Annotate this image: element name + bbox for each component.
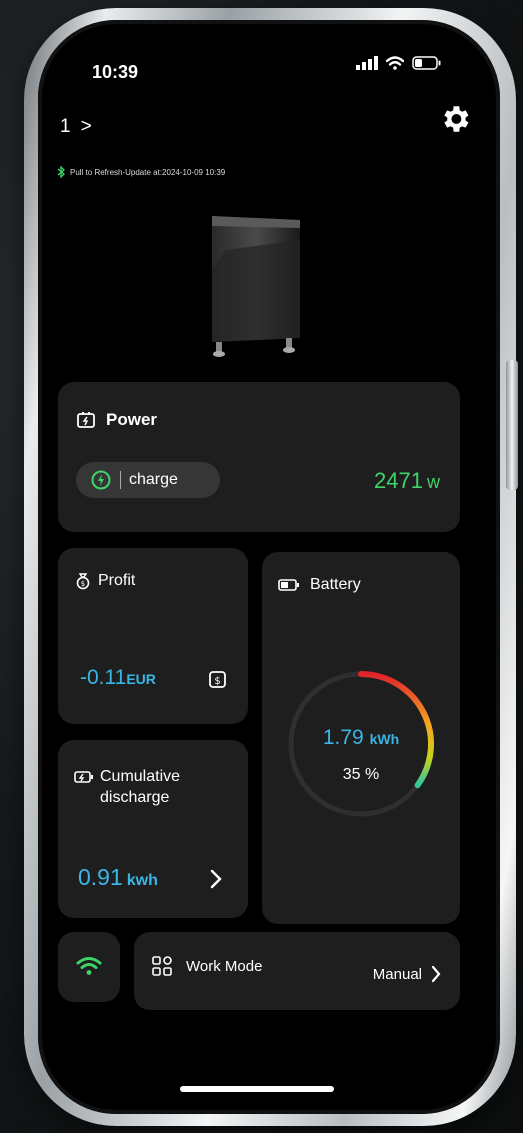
home-indicator[interactable] [180, 1086, 334, 1092]
device-selector[interactable]: 1 > [60, 116, 92, 138]
power-value: 2471 w [374, 468, 440, 494]
profit-title: $ Profit [74, 572, 135, 590]
svg-text:$: $ [214, 676, 220, 687]
pill-divider [120, 471, 121, 489]
chevron-right-icon: > [80, 116, 92, 137]
signal-icon [356, 56, 378, 70]
work-mode-label: Work Mode [186, 957, 263, 975]
discharge-battery-icon [74, 771, 93, 783]
profit-card[interactable]: $ Profit -0.11EUR $ [58, 548, 248, 724]
charge-state: charge [129, 471, 178, 488]
power-card[interactable]: Power charge 2471 w [58, 382, 460, 532]
power-title-label: Power [106, 410, 158, 429]
power-number: 2471 [374, 468, 423, 493]
work-mode-value[interactable]: Manual [373, 964, 442, 984]
profit-unit: EUR [126, 671, 156, 687]
gear-icon[interactable] [438, 102, 472, 136]
profit-title-label: Profit [98, 572, 136, 589]
status-icons [356, 56, 442, 70]
charge-status-pill: charge [76, 462, 220, 498]
money-bag-icon: $ [76, 573, 90, 590]
discharge-unit: kwh [126, 872, 158, 889]
battery-energy: 1.79 kWh [262, 726, 460, 750]
battery-unit-image [212, 216, 300, 357]
status-bar: 10:39 [38, 20, 500, 110]
discharge-title: Cumulative discharge [74, 766, 180, 808]
discharge-title-line2: discharge [100, 789, 170, 806]
wifi-icon [386, 56, 404, 70]
discharge-value: 0.91 kwh [78, 864, 158, 891]
battery-card[interactable]: Battery 1.79 kWh 35 % [262, 552, 460, 924]
power-icon [77, 412, 95, 428]
side-button [506, 360, 518, 490]
power-title: Power [76, 410, 157, 430]
chevron-right-icon[interactable] [208, 868, 224, 890]
device-index-label: 1 [60, 116, 71, 137]
work-mode-card[interactable]: Work Mode Manual [134, 932, 460, 1010]
battery-title: Battery [278, 576, 361, 594]
profit-value: -0.11EUR [80, 666, 156, 690]
power-unit: w [427, 472, 440, 492]
wifi-card[interactable] [58, 932, 120, 1002]
status-time: 10:39 [92, 62, 139, 82]
bluetooth-icon [57, 166, 65, 178]
refresh-text: Pull to Refresh-Update at:2024-10-09 10:… [70, 167, 226, 177]
wifi-status-icon [76, 957, 102, 975]
work-mode-title: Work Mode [152, 956, 262, 976]
discharge-number: 0.91 [78, 864, 123, 890]
battery-status-icon [412, 56, 441, 70]
wallet-icon[interactable]: $ [208, 670, 228, 690]
refresh-status: Pull to Refresh-Update at:2024-10-09 10:… [56, 166, 225, 178]
discharge-title-text: Cumulative discharge [100, 766, 180, 808]
charging-icon [91, 470, 111, 490]
battery-icon [278, 579, 299, 591]
svg-text:$: $ [81, 580, 85, 588]
battery-energy-number: 1.79 [322, 726, 364, 749]
grid-apps-icon [152, 956, 172, 976]
work-mode-current: Manual [372, 965, 422, 983]
battery-energy-unit: kWh [369, 731, 400, 747]
chevron-right-icon [431, 965, 441, 983]
battery-percent: 35 % [342, 766, 380, 783]
app-screen: 10:39 1 > Pull to Refresh-Update at:2024… [38, 20, 500, 1114]
discharge-card[interactable]: Cumulative discharge 0.91 kwh [58, 740, 248, 918]
battery-title-label: Battery [310, 576, 361, 593]
profit-number: -0.11 [80, 666, 127, 689]
discharge-title-line1: Cumulative [100, 768, 181, 785]
header-row: 1 > [60, 106, 472, 152]
